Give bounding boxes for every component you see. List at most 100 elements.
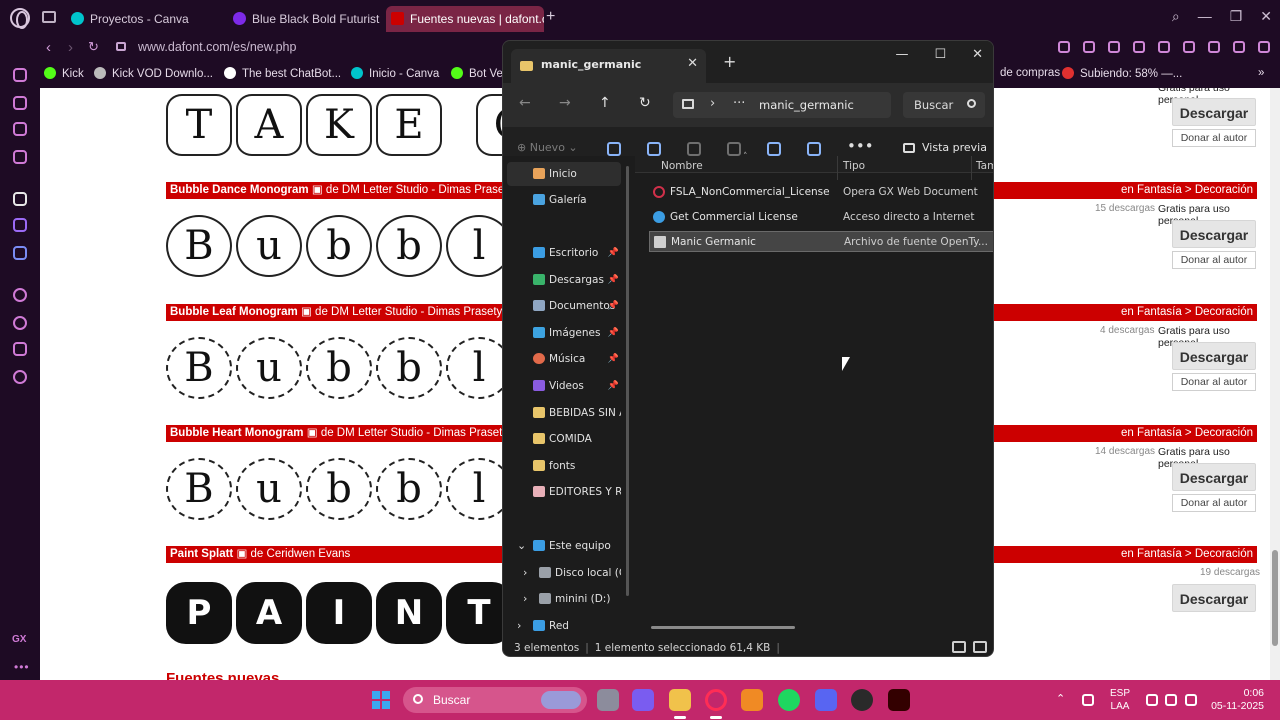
back-icon[interactable]: ← [519,95,531,111]
sidebar-history-icon[interactable] [13,316,27,330]
font-author-link[interactable]: de Ceridwen Evans [251,548,351,560]
bookmarks-overflow-icon[interactable]: » [1258,67,1264,79]
sidebar-control-icon[interactable] [13,122,27,136]
donate-button[interactable]: Donar al autor [1172,373,1256,391]
tab-islands-icon[interactable] [42,11,56,23]
opera-gx-logo-icon[interactable] [10,8,30,29]
nav-item-este-equipo[interactable]: ⌄ Este equipo [507,534,621,558]
download-button[interactable]: Descargar [1172,342,1256,370]
minimize-icon[interactable]: — [895,47,908,62]
windows-start-icon[interactable] [372,691,390,709]
nav-item-imagenes[interactable]: Imágenes 📌 [507,321,621,345]
nav-item-red[interactable]: › Red [507,614,621,638]
copilot-icon[interactable] [632,689,654,711]
url-field[interactable]: www.dafont.com/es/new.php [138,40,296,54]
download-button[interactable]: Descargar [1172,463,1256,491]
task-view-icon[interactable] [597,689,619,711]
nav-item-musica[interactable]: Música 📌 [507,347,621,371]
system-clock[interactable]: 0:06 05-11-2025 [1204,687,1264,713]
discord-icon[interactable] [815,689,837,711]
nav-item-escritorio[interactable]: Escritorio 📌 [507,241,621,265]
shield-icon[interactable] [1108,41,1120,53]
download-icon[interactable] [1233,41,1245,53]
obs-icon[interactable] [851,689,873,711]
bookmark-canva[interactable]: Inicio - Canva [351,67,439,80]
sidebar-player-icon[interactable] [13,288,27,302]
sidebar-extensions-icon[interactable] [13,342,27,356]
sidebar-aria-icon[interactable] [13,68,27,82]
cut-icon[interactable] [607,142,621,156]
back-icon[interactable]: ‹ [46,39,51,56]
tiles-view-icon[interactable] [973,641,987,653]
donate-button[interactable]: Donar al autor [1172,251,1256,269]
file-row[interactable]: Get Commercial License Acceso directo a … [649,207,993,228]
font-author-link[interactable]: de DM Letter Studio - Dimas Prasetyo [321,427,515,439]
maximize-icon[interactable]: ❐ [1230,8,1243,25]
maximize-icon[interactable]: ☐ [934,47,946,62]
donate-button[interactable]: Donar al autor [1172,494,1256,512]
pin-icon[interactable] [1058,41,1070,53]
extensions-icon[interactable] [1183,41,1195,53]
forward-icon[interactable]: › [68,39,73,56]
sidebar-kick-icon[interactable] [13,192,27,206]
battery-icon[interactable] [1185,694,1197,706]
opera-gx-icon[interactable] [705,689,727,711]
preview-pane-button[interactable]: Vista previa [903,141,987,154]
bookmark-compras[interactable]: de compras [1000,67,1060,79]
nav-item-disco-d[interactable]: › minini (D:) [507,587,621,611]
column-header-type[interactable]: Tipo [843,160,865,172]
nav-pane-scrollbar[interactable] [626,166,629,596]
file-row-selected[interactable]: Manic Germanic Archivo de fuente OpenTy.… [649,231,993,252]
taskbar-search[interactable]: Buscar [403,687,587,713]
refresh-icon[interactable]: ↻ [639,95,651,111]
tray-overflow-icon[interactable]: ⌃ [1056,693,1065,706]
bookmark-chatbot[interactable]: The best ChatBot... [224,67,341,80]
font-category-link[interactable]: en Fantasía > Decoración [1121,182,1253,199]
tab-canva-proyectos[interactable]: Proyectos - Canva [66,6,224,32]
new-tab-icon[interactable]: + [546,8,555,26]
column-separator[interactable] [837,156,838,180]
delete-icon[interactable] [807,142,821,156]
page-scrollbar-thumb[interactable] [1272,550,1278,646]
bookmark-bot[interactable]: Bot Ver [451,67,507,80]
nav-item-documentos[interactable]: Documentos 📌 [507,294,621,318]
nav-item-bebidas[interactable]: BEBIDAS SIN AL [507,401,621,425]
wifi-icon[interactable] [1146,694,1158,706]
language-indicator[interactable]: ESP LAA [1108,687,1132,713]
illustrator-icon[interactable] [888,689,910,711]
column-header-name[interactable]: Nombre [661,160,703,172]
new-button[interactable]: ⊕ Nuevo ⌄ [517,141,578,154]
file-row[interactable]: FSLA_NonCommercial_License Opera GX Web … [649,182,993,203]
bookmark-kick[interactable]: Kick [44,67,84,80]
vlc-icon[interactable] [741,689,763,711]
spotify-icon[interactable] [778,689,800,711]
nav-item-galeria[interactable]: Galería [507,188,621,212]
sidebar-twitch-icon[interactable] [13,218,27,232]
column-separator[interactable] [971,156,972,180]
search-tabs-icon[interactable]: ⌕ [1172,8,1180,25]
font-category-link[interactable]: en Fantasía > Decoración [1121,304,1253,321]
nav-item-editores[interactable]: EDITORES Y REC [507,480,621,504]
paste-icon[interactable] [687,142,701,156]
close-icon[interactable]: ✕ [972,47,983,62]
sidebar-more-icon[interactable]: ••• [14,660,30,674]
close-tab-icon[interactable]: ✕ [687,56,698,71]
copy-icon[interactable] [647,142,661,156]
column-header-size[interactable]: Tama [976,160,993,172]
nav-item-comida[interactable]: COMIDA [507,427,621,451]
breadcrumb-current[interactable]: manic_germanic [759,98,854,112]
sidebar-gx-icon[interactable]: GX [12,634,26,645]
up-icon[interactable]: ↑ [599,95,611,111]
font-name-link[interactable]: Bubble Heart Monogram [170,427,304,439]
new-tab-icon[interactable]: + [723,52,736,71]
file-explorer-icon[interactable] [669,689,691,711]
profile-icon[interactable] [1208,41,1220,53]
reload-icon[interactable]: ↻ [88,39,99,55]
bookmark-subiendo[interactable]: Subiendo: 58% —... [1062,67,1182,80]
nav-item-inicio[interactable]: Inicio [507,162,621,186]
explorer-tab[interactable]: manic_germanic ✕ [511,49,706,83]
tab-blue-black-bold[interactable]: Blue Black Bold Futuristic [228,6,380,32]
more-path-icon[interactable]: ··· [733,96,745,111]
microphone-icon[interactable] [1082,694,1094,706]
font-name-link[interactable]: Bubble Dance Monogram [170,184,309,196]
